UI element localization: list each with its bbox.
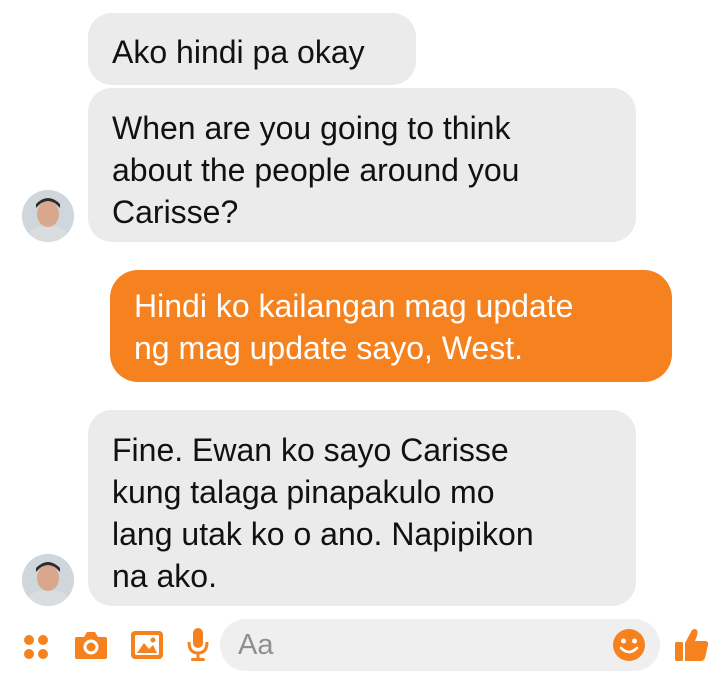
more-apps-icon[interactable]: [22, 633, 50, 666]
microphone-icon[interactable]: [186, 627, 210, 668]
composer-bar: Aa: [0, 615, 720, 677]
thumbs-up-icon[interactable]: [674, 627, 710, 668]
message-bubble-incoming: When are you going to think about the pe…: [88, 88, 636, 242]
emoji-icon[interactable]: [612, 628, 646, 667]
avatar-photo: [22, 190, 74, 242]
message-bubble-incoming: Fine. Ewan ko sayo Carisse kung talaga p…: [88, 410, 636, 606]
contact-avatar[interactable]: [22, 190, 74, 242]
avatar-photo: [22, 554, 74, 606]
contact-avatar[interactable]: [22, 554, 74, 606]
camera-icon[interactable]: [74, 630, 108, 665]
message-bubble-outgoing: Hindi ko kailangan mag update ng mag upd…: [110, 270, 672, 382]
message-input-placeholder: Aa: [238, 629, 274, 661]
message-input[interactable]: Aa: [220, 619, 660, 671]
message-bubble-incoming: Ako hindi pa okay: [88, 13, 416, 85]
gallery-icon[interactable]: [130, 630, 164, 665]
